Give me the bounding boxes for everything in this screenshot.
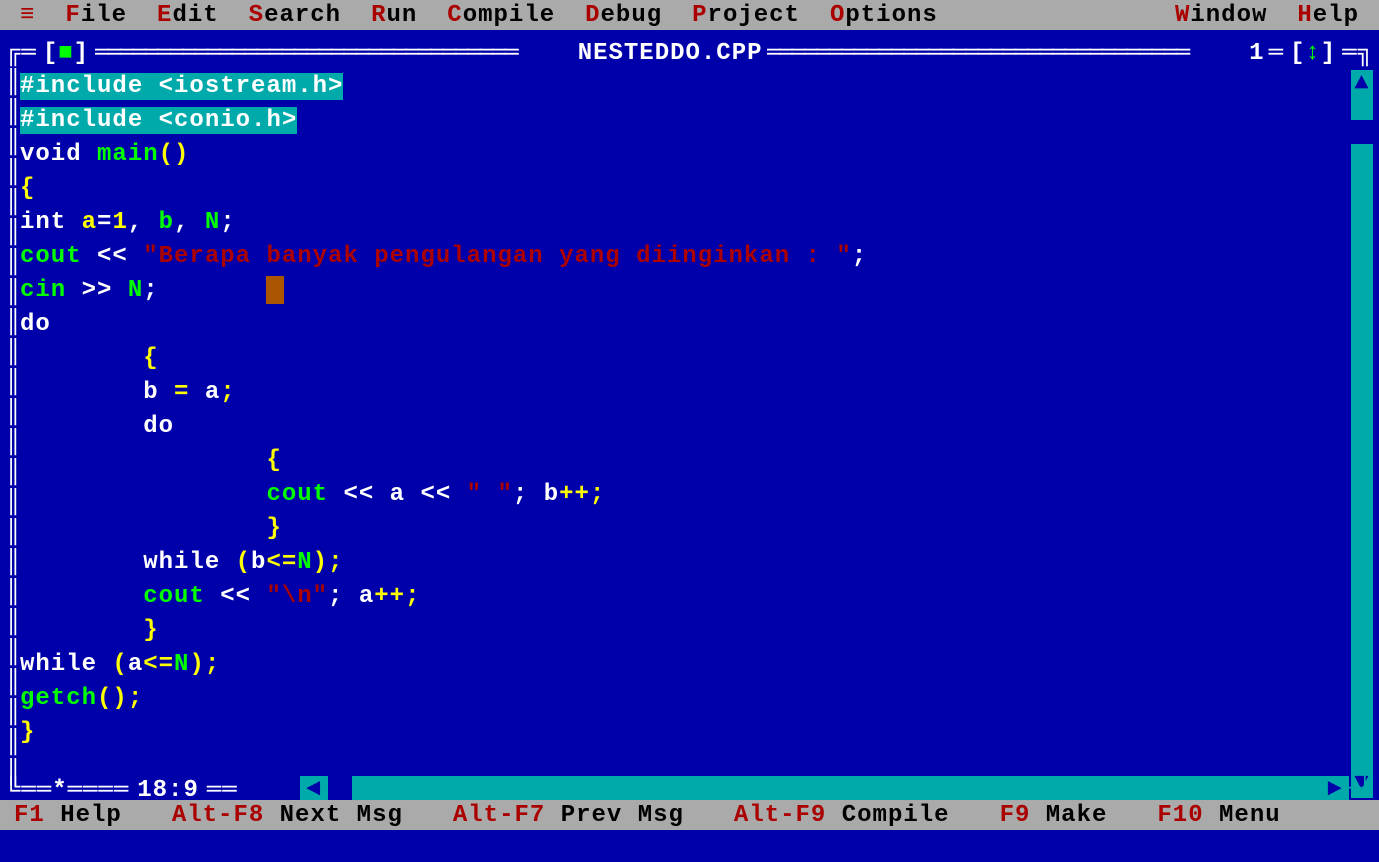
- menu-item[interactable]: Edit: [157, 2, 219, 29]
- menu-item[interactable]: Run: [371, 2, 417, 29]
- menu-item[interactable]: Debug: [585, 2, 662, 29]
- editor-window: ╔═ [■] ═════════════════════════════════…: [0, 30, 1379, 830]
- menu-item[interactable]: Compile: [447, 2, 555, 29]
- code-line: }: [20, 614, 1349, 648]
- window-title-bar: ╔═ [■] ═════════════════════════════════…: [0, 38, 1379, 68]
- code-line: cout << a << " "; b++;: [20, 478, 1349, 512]
- code-line: {: [20, 342, 1349, 376]
- text-cursor: [266, 276, 284, 304]
- code-line: }: [20, 512, 1349, 546]
- code-line: do: [20, 410, 1349, 444]
- code-line: {: [20, 444, 1349, 478]
- code-line: getch();: [20, 682, 1349, 716]
- code-editor[interactable]: #include <iostream.h>#include <conio.h>v…: [20, 70, 1349, 770]
- window-close-icon[interactable]: [■]: [37, 40, 95, 67]
- status-bar: F1 Help Alt-F8 Next Msg Alt-F7 Prev Msg Alt…: [0, 800, 1379, 830]
- code-line: b = a;: [20, 376, 1349, 410]
- code-line: }: [20, 716, 1349, 750]
- code-line: cout << "Berapa banyak pengulangan yang …: [20, 240, 1349, 274]
- code-line: #include <iostream.h>: [20, 70, 1349, 104]
- status-shortcut[interactable]: Alt-F7 Prev Msg: [453, 802, 684, 829]
- window-title: NESTEDDO.CPP: [574, 40, 767, 67]
- code-line: do: [20, 308, 1349, 342]
- status-shortcut[interactable]: F1 Help: [14, 802, 122, 829]
- status-shortcut[interactable]: Alt-F8 Next Msg: [172, 802, 403, 829]
- code-line: while (b<=N);: [20, 546, 1349, 580]
- menu-bar: ≡ File Edit Search Run Compile Debug Project Opt…: [0, 0, 1379, 30]
- vertical-scroll-thumb[interactable]: [1351, 120, 1373, 144]
- menu-item[interactable]: Project: [692, 2, 800, 29]
- code-line: int a=1, b, N;: [20, 206, 1349, 240]
- code-line: {: [20, 172, 1349, 206]
- status-shortcut[interactable]: Alt-F9 Compile: [734, 802, 950, 829]
- menu-item[interactable]: Help: [1297, 2, 1359, 29]
- code-line: void main(): [20, 138, 1349, 172]
- scroll-up-icon[interactable]: ▲: [1351, 70, 1373, 98]
- menu-item[interactable]: File: [65, 2, 127, 29]
- status-shortcut[interactable]: F9 Make: [1000, 802, 1108, 829]
- menu-item[interactable]: Window: [1175, 2, 1267, 29]
- menu-item[interactable]: Search: [249, 2, 341, 29]
- menu-item[interactable]: Options: [830, 2, 938, 29]
- status-shortcut[interactable]: F10 Menu: [1157, 802, 1280, 829]
- window-zoom-icon[interactable]: [↕]: [1284, 40, 1342, 67]
- code-line: #include <conio.h>: [20, 104, 1349, 138]
- code-line: cout << "\n"; a++;: [20, 580, 1349, 614]
- window-number: 1: [1245, 40, 1268, 67]
- menu-item[interactable]: ≡: [20, 2, 35, 29]
- code-line: while (a<=N);: [20, 648, 1349, 682]
- code-line: cin >> N;: [20, 274, 1349, 308]
- vertical-scrollbar[interactable]: ▲ ▼: [1351, 70, 1373, 798]
- window-left-border: ║║║║║║║║║║║║║║║║║║║║║║║║: [6, 68, 20, 796]
